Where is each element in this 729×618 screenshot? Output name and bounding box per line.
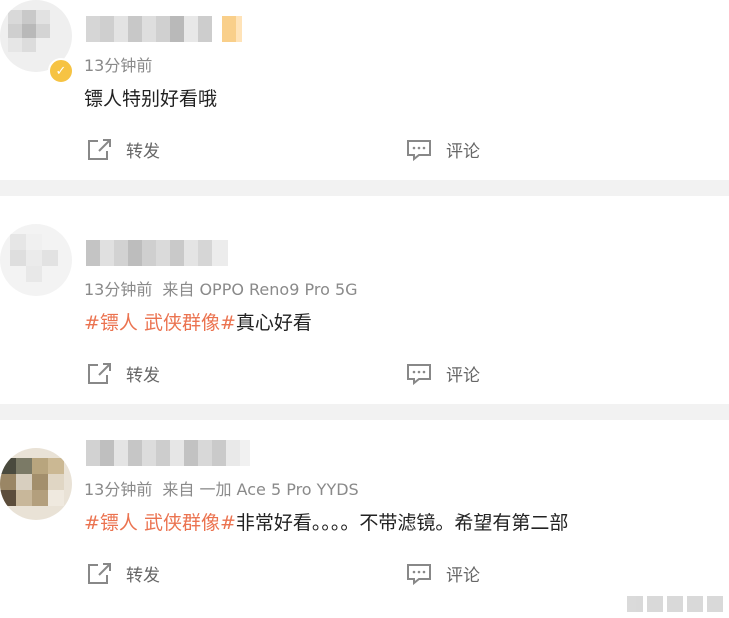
- repost-button[interactable]: 转发: [86, 561, 160, 586]
- repost-button[interactable]: 转发: [86, 137, 160, 162]
- timestamp: 13分钟前: [84, 280, 153, 299]
- comment-text: #镖人 武侠群像#非常好看。。。。不带滤镜。希望有第二部: [84, 508, 568, 535]
- comment-card: 13分钟前 来自 一加 Ace 5 Pro YYDS #镖人 武侠群像#非常好看。…: [0, 420, 729, 618]
- share-icon: [88, 138, 111, 160]
- topic-tag-link[interactable]: #镖人 武侠群像#: [84, 512, 236, 534]
- timestamp: 13分钟前: [84, 480, 153, 499]
- comment-card: ✓ 13分钟前 镖人特别好看哦 转发 评论: [0, 0, 729, 180]
- avatar[interactable]: [0, 448, 72, 520]
- repost-label: 转发: [126, 142, 160, 162]
- comment-body: 真心好看: [235, 312, 312, 334]
- separator: [0, 404, 729, 420]
- comment-icon: [407, 363, 431, 385]
- device-source: 来自 一加 Ace 5 Pro YYDS: [162, 480, 359, 499]
- comment-body: 镖人特别好看哦: [84, 88, 218, 110]
- comment-label: 评论: [446, 566, 480, 586]
- timestamp: 13分钟前: [84, 56, 153, 75]
- comment-label: 评论: [446, 366, 480, 386]
- username[interactable]: [86, 16, 242, 42]
- device-source: 来自 OPPO Reno9 Pro 5G: [162, 280, 358, 299]
- share-icon: [88, 362, 111, 384]
- username[interactable]: [86, 240, 228, 266]
- repost-label: 转发: [126, 366, 160, 386]
- username[interactable]: [86, 440, 250, 466]
- repost-button[interactable]: 转发: [86, 361, 160, 386]
- comment-button[interactable]: 评论: [406, 137, 480, 162]
- avatar[interactable]: [0, 224, 72, 296]
- topic-tag-link[interactable]: #镖人 武侠群像#: [84, 312, 236, 334]
- watermark-logo: [623, 596, 723, 612]
- share-icon: [88, 562, 111, 584]
- verified-badge-icon: ✓: [48, 58, 74, 84]
- comment-meta: 13分钟前: [84, 52, 152, 76]
- comment-label: 评论: [446, 142, 480, 162]
- comment-icon: [407, 139, 431, 161]
- comment-text: #镖人 武侠群像#真心好看: [84, 308, 312, 335]
- separator: [0, 180, 729, 196]
- repost-label: 转发: [126, 566, 160, 586]
- comment-body: 非常好看。。。。不带滤镜。希望有第二部: [235, 512, 569, 534]
- comment-meta: 13分钟前 来自 OPPO Reno9 Pro 5G: [84, 276, 358, 300]
- comment-icon: [407, 563, 431, 585]
- comment-card: 13分钟前 来自 OPPO Reno9 Pro 5G #镖人 武侠群像#真心好看 …: [0, 196, 729, 404]
- comment-text: 镖人特别好看哦: [84, 84, 217, 111]
- comment-button[interactable]: 评论: [406, 361, 480, 386]
- comment-button[interactable]: 评论: [406, 561, 480, 586]
- comment-meta: 13分钟前 来自 一加 Ace 5 Pro YYDS: [84, 476, 359, 500]
